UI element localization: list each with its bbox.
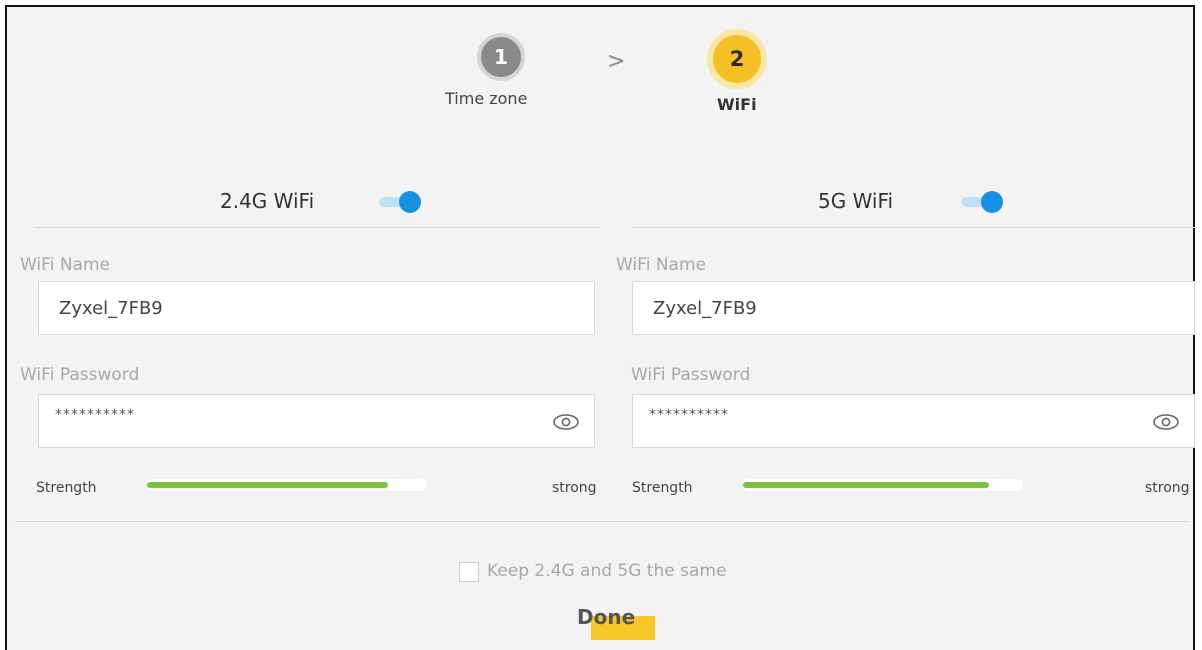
step-1-label: Time zone	[445, 89, 528, 108]
step-2-number: 2	[729, 47, 745, 71]
band-24-strength-fill	[147, 482, 388, 488]
section-divider	[15, 521, 1187, 522]
step-1-number: 1	[494, 45, 508, 69]
band-24-password-input[interactable]: **********	[38, 394, 595, 448]
step-2-circle: 2	[707, 29, 767, 89]
done-button[interactable]: Done	[577, 605, 635, 629]
step-separator: >	[607, 49, 626, 74]
show-password-eye-icon[interactable]	[552, 413, 580, 431]
band-5-name-label: WiFi Name	[616, 255, 706, 275]
band-5-password-label: WiFi Password	[631, 365, 751, 385]
divider	[35, 227, 600, 228]
band-5-strength-text: strong	[1145, 480, 1190, 496]
divider	[632, 227, 1195, 228]
band-5-name-input[interactable]: Zyxel_7FB9	[632, 281, 1195, 335]
keep-same-checkbox[interactable]	[459, 562, 479, 582]
step-2-label: WiFi	[717, 95, 757, 114]
band-5-toggle[interactable]	[961, 190, 1003, 214]
band-5-strength-label: Strength	[632, 480, 693, 496]
band-5-title: 5G WiFi	[818, 189, 894, 213]
band-24-password-label: WiFi Password	[20, 365, 140, 385]
band-24-strength-label: Strength	[36, 480, 97, 496]
toggle-knob	[399, 191, 421, 213]
band-24-name-label: WiFi Name	[20, 255, 110, 275]
band-5-strength-fill	[743, 482, 990, 488]
toggle-knob	[981, 191, 1003, 213]
band-5-password-input[interactable]: **********	[632, 394, 1195, 448]
band-5-password-value: **********	[649, 407, 729, 423]
band-5-strength-bar	[743, 479, 1023, 491]
band-24-toggle[interactable]	[379, 190, 421, 214]
band-24-name-input[interactable]: Zyxel_7FB9	[38, 281, 595, 335]
show-password-eye-icon[interactable]	[1152, 413, 1180, 431]
band-24-strength-bar	[147, 479, 427, 491]
band-24-title: 2.4G WiFi	[220, 189, 315, 213]
wizard-panel: 1 Time zone > 2 WiFi 2.4G WiFi WiFi Name…	[5, 5, 1195, 650]
step-1-circle: 1	[477, 33, 525, 81]
keep-same-label: Keep 2.4G and 5G the same	[487, 561, 727, 581]
band-24-password-value: **********	[55, 407, 135, 423]
band-24-name-value: Zyxel_7FB9	[59, 298, 163, 319]
band-5-name-value: Zyxel_7FB9	[653, 298, 757, 319]
band-24-strength-text: strong	[552, 480, 597, 496]
